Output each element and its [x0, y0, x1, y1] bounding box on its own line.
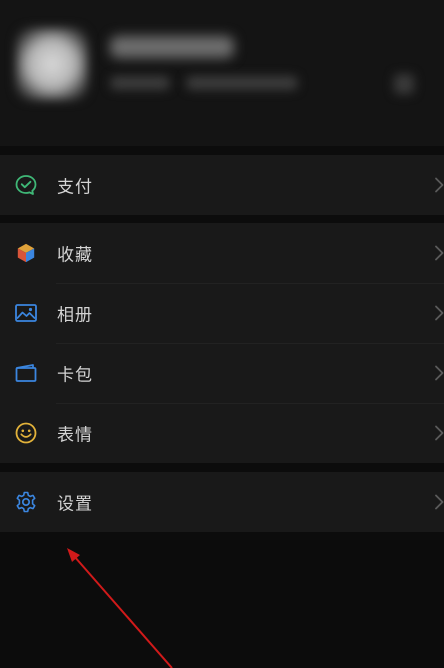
menu-group-main: 收藏 相册 卡包 表情	[0, 223, 444, 463]
menu-group-settings: 设置	[0, 472, 444, 532]
avatar[interactable]	[16, 28, 88, 100]
profile-status-blurred	[186, 76, 298, 90]
gear-icon	[13, 489, 39, 515]
menu-item-label: 相册	[57, 305, 93, 326]
profile-name-blurred	[110, 36, 234, 58]
me-screen: 支付 收藏 相册 卡包 表情 设置	[0, 0, 444, 668]
menu-item-pay[interactable]: 支付	[0, 155, 444, 215]
menu-item-label: 表情	[57, 425, 93, 446]
qr-code-icon[interactable]	[394, 74, 414, 94]
chevron-right-icon	[434, 365, 444, 381]
menu-item-label: 卡包	[57, 365, 93, 386]
wechat-pay-icon	[13, 172, 39, 198]
chevron-right-icon	[434, 305, 444, 321]
smiley-icon	[13, 420, 39, 446]
chevron-right-icon	[434, 245, 444, 261]
menu-item-cards[interactable]: 卡包	[0, 343, 444, 403]
menu-item-label: 收藏	[57, 245, 93, 266]
menu-item-settings[interactable]: 设置	[0, 472, 444, 532]
card-wallet-icon	[13, 360, 39, 386]
menu-item-album[interactable]: 相册	[0, 283, 444, 343]
album-image-icon	[13, 300, 39, 326]
favorites-cube-icon	[13, 240, 39, 266]
chevron-right-icon	[434, 494, 444, 510]
profile-header[interactable]	[0, 0, 444, 146]
menu-item-stickers[interactable]: 表情	[0, 403, 444, 463]
chevron-right-icon	[434, 425, 444, 441]
menu-item-label: 支付	[57, 177, 93, 198]
menu-group-pay: 支付	[0, 155, 444, 215]
menu-item-label: 设置	[57, 494, 93, 515]
chevron-right-icon	[434, 177, 444, 193]
profile-id-blurred	[110, 76, 170, 90]
menu-item-favorites[interactable]: 收藏	[0, 223, 444, 283]
